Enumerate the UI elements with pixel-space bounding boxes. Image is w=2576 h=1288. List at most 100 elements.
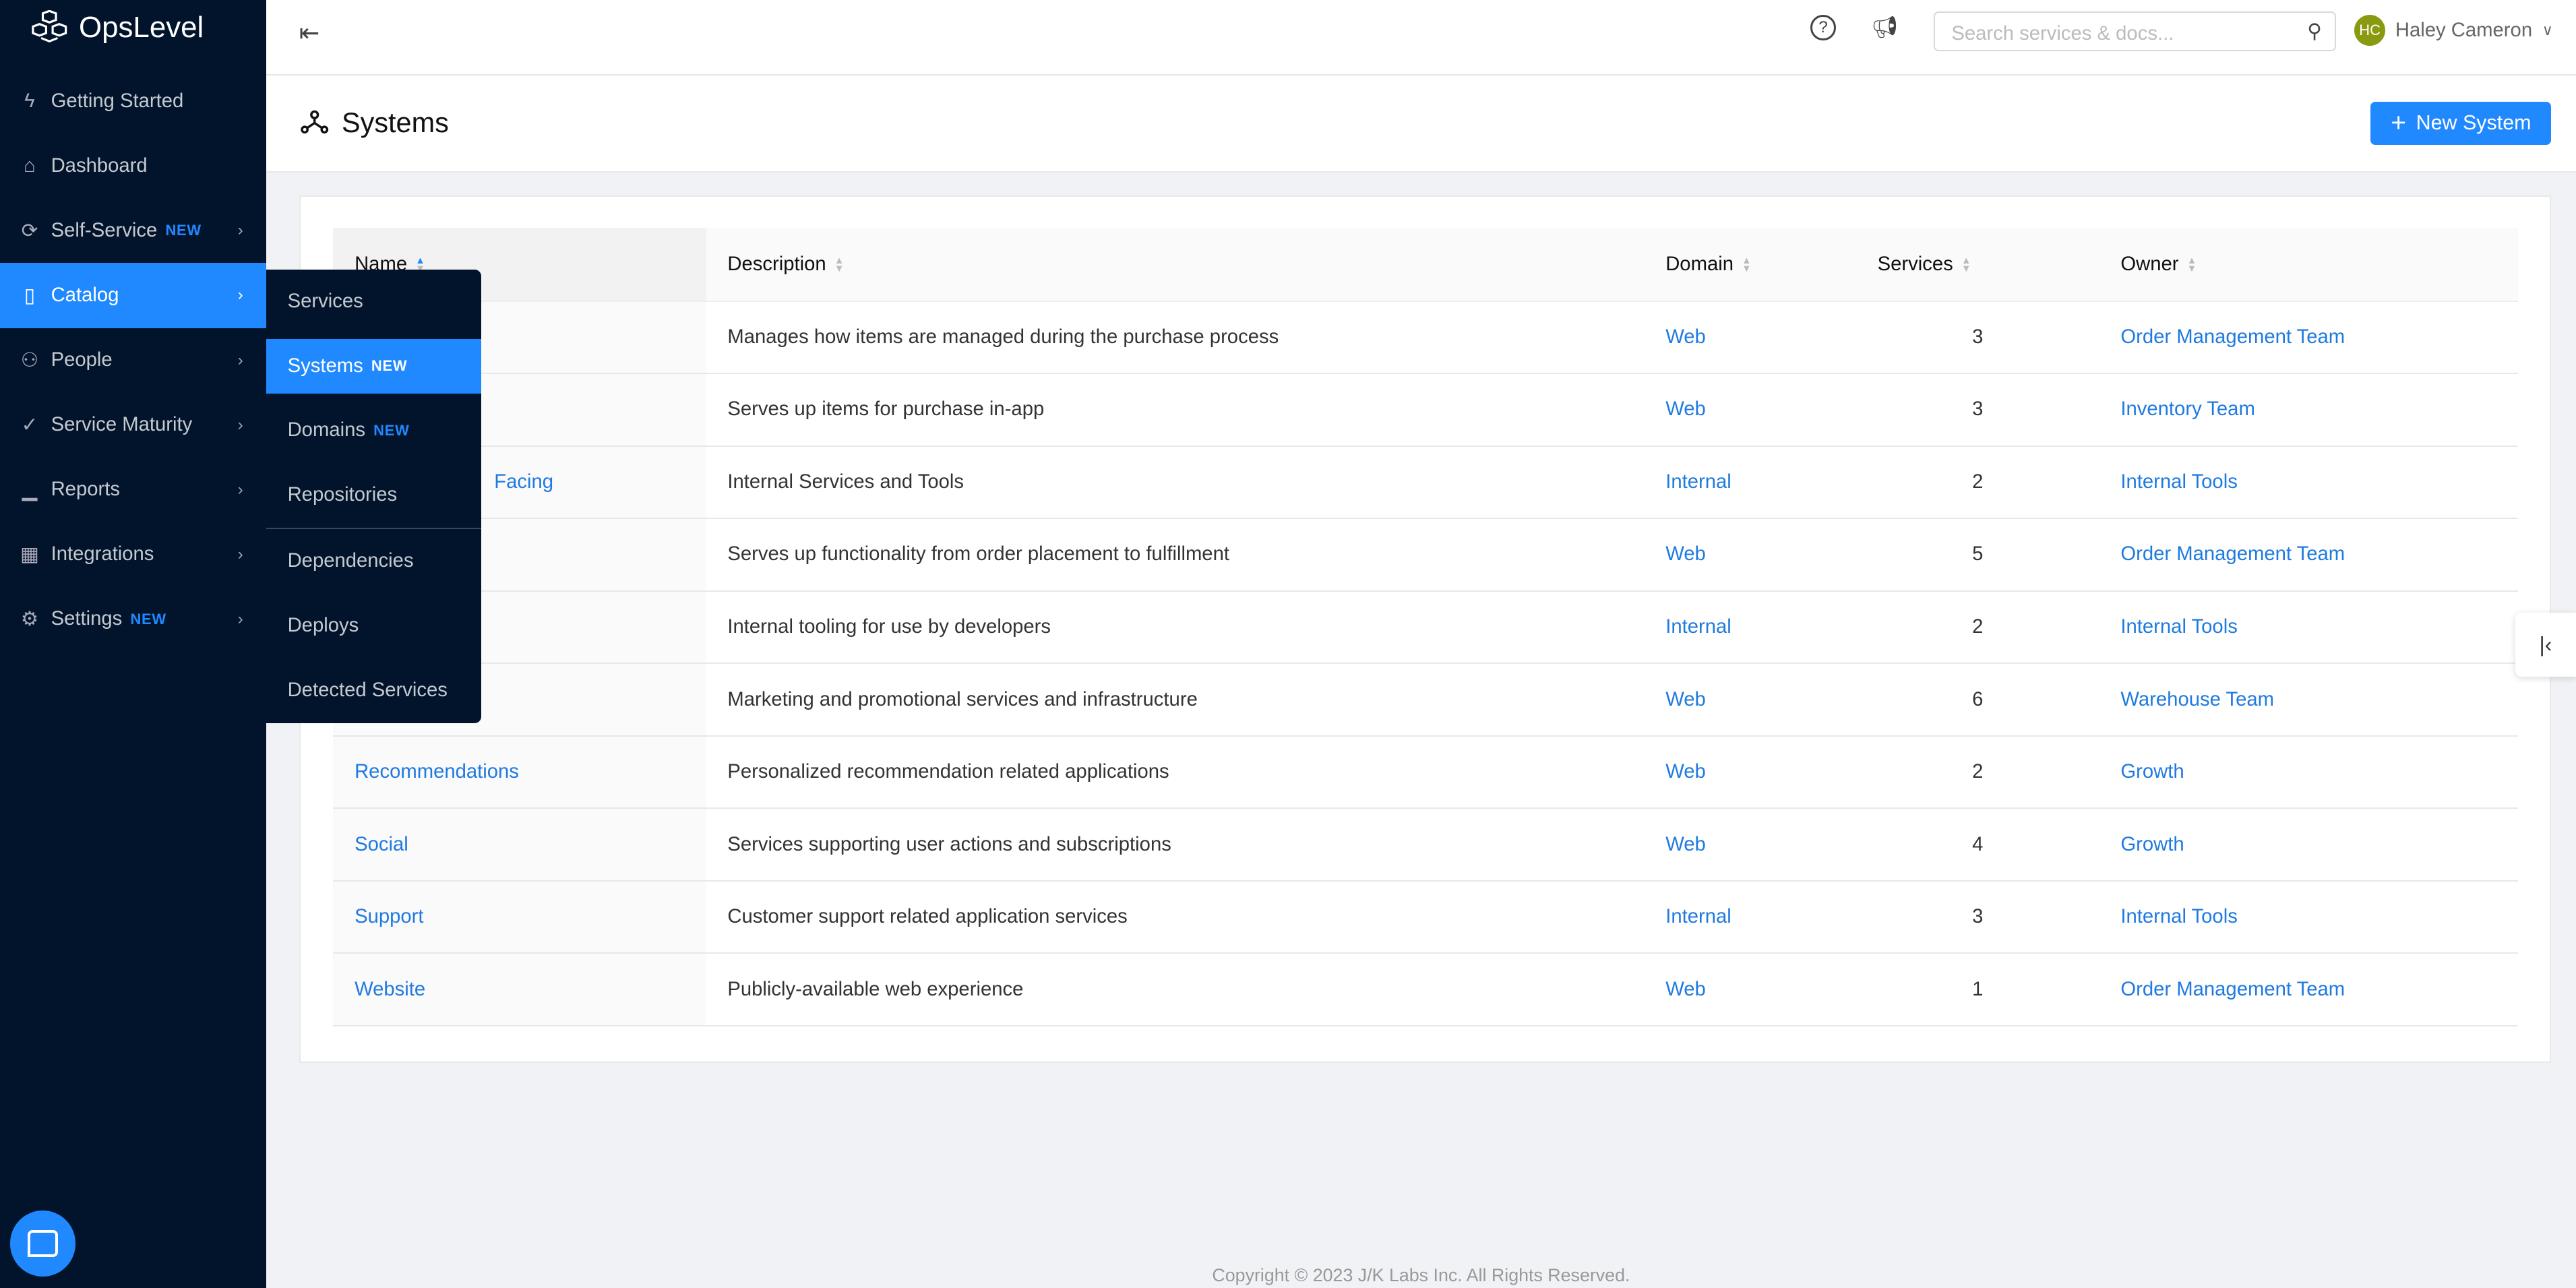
new-badge: NEW	[130, 610, 166, 627]
domain-cell: Web	[1644, 953, 1856, 1026]
owner-cell: Internal Tools	[2099, 446, 2519, 520]
sidebar-item-label: Integrations	[51, 543, 154, 565]
domain-cell: Web	[1644, 301, 1856, 375]
sort-icon[interactable]: ▲ ▼	[2187, 256, 2197, 274]
owner-link[interactable]: Order Management Team	[2120, 543, 2345, 565]
system-link[interactable]: Recommendations	[355, 761, 519, 783]
table-header-row: Name ▲ ▼ Description ▲ ▼ Domain ▲ ▼ Services ▲ ▼ Own…	[333, 228, 2519, 302]
page-title: Systems	[342, 106, 449, 139]
column-header-owner[interactable]: Owner ▲ ▼	[2099, 228, 2519, 302]
name-cell: Support	[333, 880, 706, 954]
sidebar-item-self-service[interactable]: ⟳ Self-Service NEW ›	[0, 198, 266, 263]
description-cell: Serves up functionality from order place…	[706, 518, 1645, 592]
new-system-button[interactable]: + New System	[2370, 102, 2552, 145]
domain-link[interactable]: Web	[1665, 543, 1706, 565]
table-row: Manages how items are managed during the…	[333, 301, 2519, 375]
owner-cell: Growth	[2099, 808, 2519, 882]
column-header-domain[interactable]: Domain ▲ ▼	[1644, 228, 1856, 302]
avatar: HC	[2354, 14, 2386, 47]
owner-link[interactable]: Order Management Team	[2120, 979, 2345, 1000]
name-cell: Social	[333, 808, 706, 882]
chevron-down-icon: ∨	[2542, 22, 2553, 39]
system-link[interactable]: Social	[355, 834, 408, 855]
column-header-services[interactable]: Services ▲ ▼	[1856, 228, 2099, 302]
sidebar-item-integrations[interactable]: ▦ Integrations ›	[0, 522, 266, 587]
catalog-menu-item-services[interactable]: Services	[266, 270, 481, 334]
domain-cell: Internal	[1644, 880, 1856, 954]
sort-icon[interactable]: ▲ ▼	[1961, 256, 1971, 274]
owner-cell: Order Management Team	[2099, 301, 2519, 375]
sidebar-item-settings[interactable]: ⚙ Settings NEW ›	[0, 587, 266, 652]
sort-icon[interactable]: ▲ ▼	[1742, 256, 1751, 274]
new-system-label: New System	[2416, 111, 2532, 135]
catalog-menu-item-detected-services[interactable]: Detected Services	[266, 658, 481, 723]
owner-link[interactable]: Order Management Team	[2120, 326, 2345, 348]
sidebar-item-label: Catalog	[51, 284, 119, 306]
owner-link[interactable]: Inventory Team	[2120, 398, 2255, 420]
logo[interactable]: OpsLevel	[30, 9, 204, 47]
collapse-panel-button[interactable]: |‹	[2515, 613, 2576, 677]
owner-link[interactable]: Internal Tools	[2120, 906, 2237, 927]
domain-link[interactable]: Web	[1665, 689, 1706, 710]
sidebar-item-label: Service Maturity	[51, 414, 193, 436]
table-row: Social Services supporting user actions …	[333, 808, 2519, 882]
sidebar-item-dashboard[interactable]: ⌂ Dashboard	[0, 133, 266, 198]
services-count: 3	[1856, 301, 2099, 375]
description-cell: Internal Services and Tools	[706, 446, 1645, 520]
sidebar-item-people[interactable]: ⚇ People ›	[0, 328, 266, 393]
owner-link[interactable]: Warehouse Team	[2120, 689, 2274, 710]
description-cell: Personalized recommendation related appl…	[706, 735, 1645, 809]
domain-link[interactable]: Web	[1665, 979, 1706, 1000]
domain-link[interactable]: Web	[1665, 398, 1706, 420]
catalog-menu-item-repositories[interactable]: Repositories	[266, 463, 481, 528]
user-menu[interactable]: HC Haley Cameron ∨	[2354, 14, 2553, 47]
chevron-right-icon: ›	[237, 415, 243, 434]
sidebar-item-reports[interactable]: ▁ Reports ›	[0, 458, 266, 522]
services-count: 4	[1856, 808, 2099, 882]
page-header: Systems + New System	[266, 75, 2576, 173]
catalog-menu-item-dependencies[interactable]: Dependencies	[266, 529, 481, 594]
menu-item-label: Systems	[287, 355, 363, 377]
owner-link[interactable]: Internal Tools	[2120, 471, 2237, 493]
sort-icon[interactable]: ▲ ▼	[834, 256, 844, 274]
system-link[interactable]: Support	[355, 906, 423, 927]
chat-button[interactable]	[9, 1210, 76, 1277]
owner-link[interactable]: Growth	[2120, 834, 2184, 855]
services-count: 3	[1856, 880, 2099, 954]
search-icon[interactable]: ⚲	[2307, 20, 2321, 43]
sidebar-item-label: Reports	[51, 479, 120, 501]
collapse-sidebar-icon[interactable]: ⇤	[299, 18, 320, 47]
chevron-right-icon: ›	[237, 286, 243, 305]
domain-link[interactable]: Internal	[1665, 616, 1731, 638]
table-row: Support Customer support related applica…	[333, 880, 2519, 954]
catalog-menu-item-systems[interactable]: Systems NEW	[266, 339, 482, 394]
sidebar-item-getting-started[interactable]: ϟ Getting Started	[0, 69, 266, 133]
services-count: 6	[1856, 663, 2099, 737]
domain-link[interactable]: Internal	[1665, 471, 1731, 493]
domain-link[interactable]: Web	[1665, 326, 1706, 348]
table-row: Website Publicly-available web experienc…	[333, 953, 2519, 1026]
gear-icon: ⚙	[20, 609, 38, 631]
sidebar-nav: ϟ Getting Started ⌂ Dashboard ⟳ Self-Service N…	[0, 69, 266, 651]
megaphone-icon[interactable]: 📢︎	[1871, 15, 1898, 40]
domain-link[interactable]: Web	[1665, 834, 1706, 855]
catalog-menu-item-deploys[interactable]: Deploys	[266, 594, 481, 658]
system-link[interactable]: Facing	[494, 471, 553, 493]
sidebar-item-catalog[interactable]: ▯ Catalog ›	[0, 263, 266, 328]
owner-link[interactable]: Internal Tools	[2120, 616, 2237, 638]
search-input[interactable]	[1948, 21, 2283, 47]
column-header-description[interactable]: Description ▲ ▼	[706, 228, 1645, 302]
new-badge: NEW	[165, 222, 202, 239]
domain-cell: Web	[1644, 735, 1856, 809]
services-count: 2	[1856, 590, 2099, 665]
menu-item-label: Domains	[287, 419, 365, 441]
domain-link[interactable]: Web	[1665, 761, 1706, 783]
help-icon[interactable]: ?	[1810, 14, 1836, 40]
owner-link[interactable]: Growth	[2120, 761, 2184, 783]
sidebar-item-service-maturity[interactable]: ✓ Service Maturity ›	[0, 393, 266, 458]
system-link[interactable]: Website	[355, 979, 425, 1000]
sidebar: OpsLevel ϟ Getting Started ⌂ Dashboard ⟳ Self…	[0, 0, 266, 1288]
catalog-menu-item-domains[interactable]: Domains NEW	[266, 398, 481, 463]
description-cell: Customer support related application ser…	[706, 880, 1645, 954]
domain-link[interactable]: Internal	[1665, 906, 1731, 927]
